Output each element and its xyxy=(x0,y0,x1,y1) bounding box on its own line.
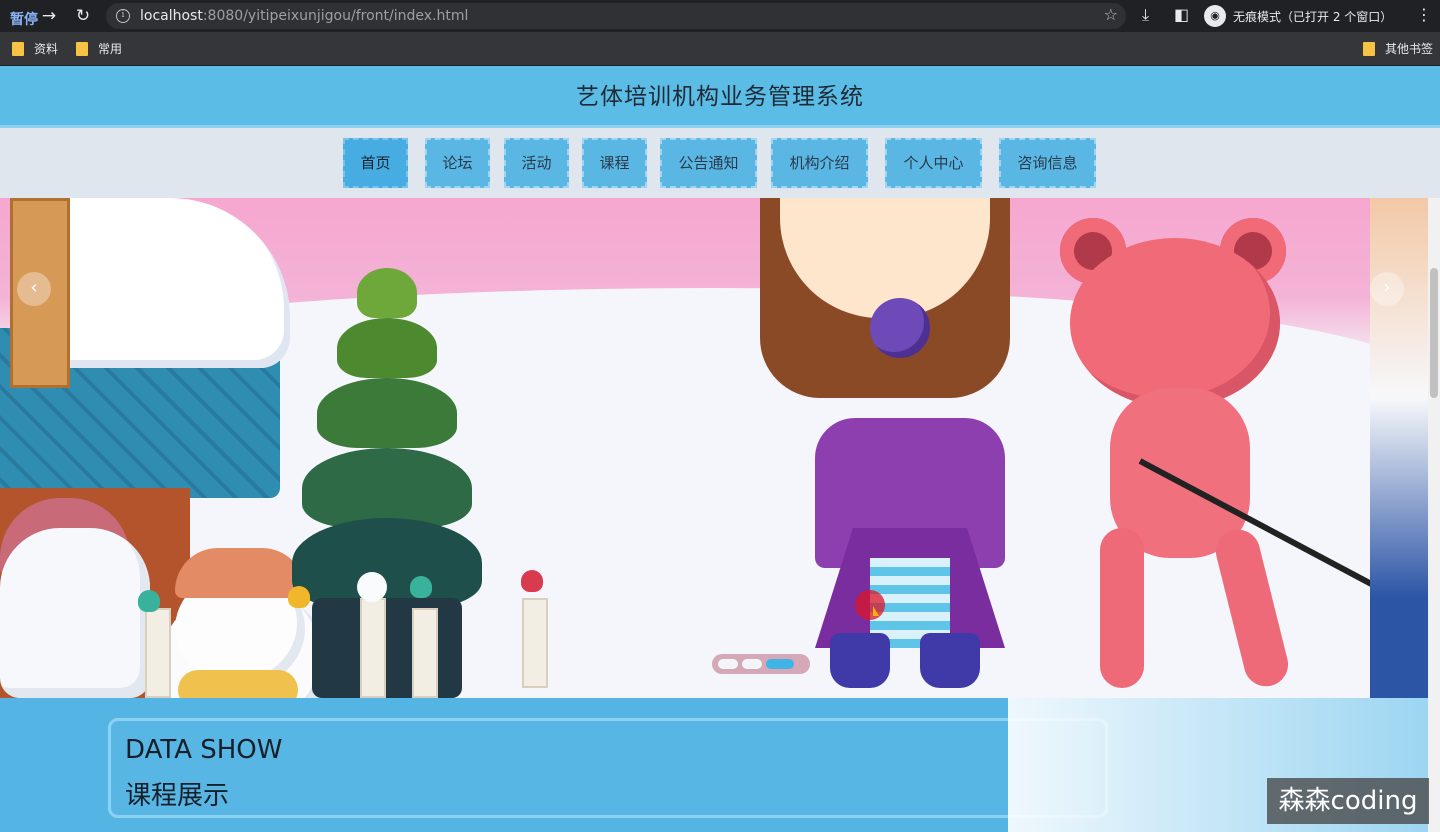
bear-head xyxy=(1070,238,1280,408)
fence-post xyxy=(145,608,171,698)
snowman-head xyxy=(175,548,305,688)
forward-icon[interactable]: → xyxy=(38,5,60,27)
bear-leg xyxy=(1211,525,1293,691)
bookmark-label: 其他书签 xyxy=(1385,42,1434,56)
carousel-dot[interactable] xyxy=(742,659,762,669)
tree-tier xyxy=(317,378,457,448)
carousel-dot-active[interactable] xyxy=(766,659,794,669)
banner-carousel[interactable]: ‹ › xyxy=(0,198,1428,698)
browser-toolbar: 暂停 → ↻ i localhost:8080/yitipeixunjigou/… xyxy=(0,0,1440,32)
page-scrollbar[interactable] xyxy=(1428,198,1440,832)
nav-announcement[interactable]: 公告通知 xyxy=(660,138,757,188)
fence-post xyxy=(522,598,548,688)
girl-boot xyxy=(830,633,890,688)
microphone xyxy=(870,298,930,358)
tree-tier xyxy=(357,268,417,318)
fence-ball xyxy=(357,572,387,602)
heart-ornament xyxy=(288,586,310,608)
reload-icon[interactable]: ↻ xyxy=(72,5,94,27)
fence-post xyxy=(360,598,386,698)
banner-tree xyxy=(292,258,482,698)
menu-icon[interactable]: ⋮ xyxy=(1416,5,1432,24)
section-title-zh: 课程展示 xyxy=(125,781,230,811)
incognito-icon: ◉ xyxy=(1204,5,1226,27)
nav-institution[interactable]: 机构介绍 xyxy=(771,138,868,188)
site-title: 艺体培训机构业务管理系统 xyxy=(576,84,864,110)
mouse-cursor xyxy=(855,590,885,620)
section-title-en: DATA SHOW xyxy=(125,735,283,765)
watermark: 森森coding xyxy=(1267,778,1429,824)
address-bar[interactable]: i localhost:8080/yitipeixunjigou/front/i… xyxy=(106,3,1126,29)
heart-ornament xyxy=(410,576,432,598)
carousel-dot[interactable] xyxy=(718,659,738,669)
folder-icon xyxy=(1363,41,1375,56)
bookmark-label: 常用 xyxy=(98,42,123,56)
bookmark-star-icon[interactable]: ☆ xyxy=(1104,5,1118,24)
nav-forum[interactable]: 论坛 xyxy=(425,138,490,188)
folder-icon xyxy=(12,41,24,56)
tree-tier xyxy=(302,448,472,528)
banner-sheep xyxy=(0,528,150,698)
carousel-prev-button[interactable]: ‹ xyxy=(17,272,51,306)
info-icon[interactable]: i xyxy=(116,9,130,23)
bear-leg xyxy=(1100,528,1144,688)
nav-course[interactable]: 课程 xyxy=(582,138,647,188)
cursor-arrow-icon xyxy=(873,606,879,616)
main-nav: 首页 论坛 活动 课程 公告通知 机构介绍 个人中心 咨询信息 xyxy=(0,128,1440,198)
nav-activity[interactable]: 活动 xyxy=(504,138,569,188)
bookmark-folder[interactable]: 资料 xyxy=(12,40,58,57)
girl-boot xyxy=(920,633,980,688)
scrollbar-thumb[interactable] xyxy=(1430,268,1438,398)
pause-label: 暂停 xyxy=(10,12,38,28)
banner-girl xyxy=(760,198,1020,698)
sidepanel-icon[interactable]: ◧ xyxy=(1174,5,1189,24)
section-title-card: DATA SHOW 课程展示 xyxy=(108,718,1108,818)
folder-icon xyxy=(76,41,88,56)
nav-consultation[interactable]: 咨询信息 xyxy=(999,138,1096,188)
site-header: 艺体培训机构业务管理系统 xyxy=(0,66,1440,128)
carousel-next-button[interactable]: › xyxy=(1370,272,1404,306)
incognito-label: 无痕模式（已打开 2 个窗口） xyxy=(1233,9,1393,24)
tree-base xyxy=(312,598,462,698)
bookmark-label: 资料 xyxy=(34,42,59,56)
snowman-hat xyxy=(175,548,305,598)
incognito-indicator[interactable]: ◉ 无痕模式（已打开 2 个窗口） xyxy=(1204,5,1392,27)
bookmarks-bar: 资料 常用 其他书签 xyxy=(0,32,1440,66)
snowman-scarf xyxy=(178,670,298,698)
tree-tier xyxy=(292,518,482,608)
cursor-highlight xyxy=(855,590,885,620)
url-text: localhost:8080/yitipeixunjigou/front/ind… xyxy=(140,8,469,24)
bookmark-folder[interactable]: 常用 xyxy=(76,40,122,57)
banner-bear xyxy=(1060,218,1424,698)
heart-ornament xyxy=(138,590,160,612)
heart-ornament xyxy=(521,570,543,592)
download-icon[interactable]: ⤓ xyxy=(1142,5,1149,25)
tree-tier xyxy=(337,318,437,378)
nav-personal-center[interactable]: 个人中心 xyxy=(885,138,982,188)
carousel-indicators xyxy=(712,654,810,674)
other-bookmarks[interactable]: 其他书签 xyxy=(1363,40,1433,57)
nav-home[interactable]: 首页 xyxy=(343,138,408,188)
fence-post xyxy=(412,608,438,698)
